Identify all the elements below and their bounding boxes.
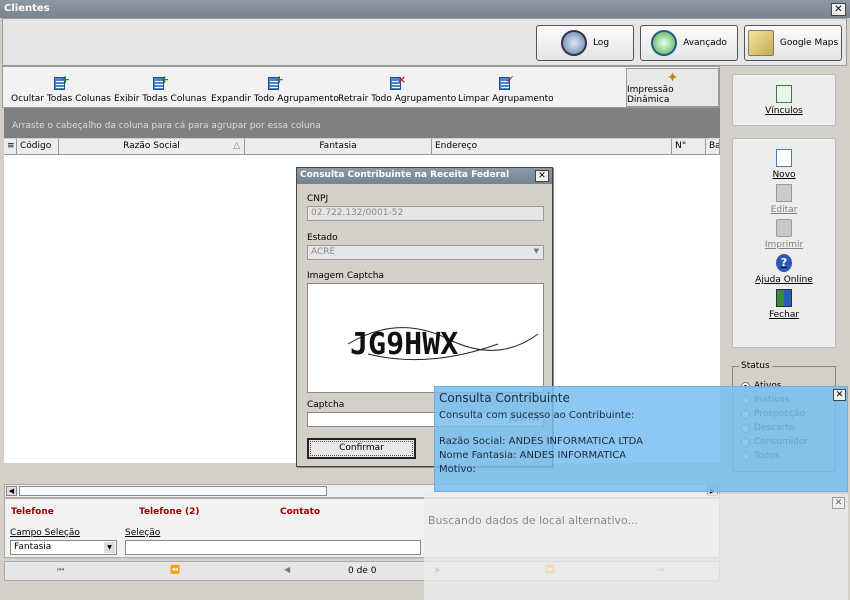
magic-wand-icon: ✦ (666, 69, 679, 86)
printer-icon (776, 219, 792, 237)
column-header-numero[interactable]: N° (672, 139, 706, 155)
imprimir-button[interactable]: Imprimir (733, 219, 835, 250)
dialog-titlebar: Consulta Contribuinte na Receita Federal (297, 168, 552, 184)
campo-selecao-select[interactable]: Fantasia ▼ (10, 540, 117, 555)
ajuda-online-button[interactable]: ? Ajuda Online (733, 254, 835, 285)
chevron-down-icon[interactable]: ▼ (104, 542, 115, 553)
editar-button[interactable]: Editar (733, 184, 835, 215)
window-title: Clientes (4, 3, 50, 14)
status-title: Status (739, 361, 772, 371)
column-header-bairro[interactable]: Ba (706, 139, 720, 155)
prev-record-icon[interactable]: ◀ (284, 565, 290, 574)
top-action-bar: Log Avançado Google Maps (2, 18, 847, 66)
show-all-columns-button[interactable]: + Exibir Todas Colunas (114, 73, 206, 104)
captcha-text: JG9HWX (350, 327, 458, 362)
expand-all-groups-button[interactable]: + Expandir Todo Agrupamento (211, 73, 339, 104)
captcha-graphic: JG9HWX (347, 327, 539, 362)
edit-pencil-icon (776, 184, 792, 202)
confirm-button[interactable]: Confirmar (307, 438, 416, 459)
campo-selecao-label: Campo Seleção (10, 528, 80, 538)
toast-line4: Motivo: (439, 464, 476, 475)
cnpj-field[interactable]: 02.722.132/0001-52 (307, 206, 544, 221)
estado-select[interactable]: ACRE ▼ (307, 245, 544, 260)
selecao-label: Seleção (125, 528, 161, 538)
toast-title: Consulta Contribuinte (439, 391, 570, 405)
collapse-all-groups-button[interactable]: × Retrair Todo Agrupamento (338, 73, 456, 104)
columns-add-icon: + (52, 73, 70, 91)
dialog-title: Consulta Contribuinte na Receita Federal (300, 170, 510, 180)
column-chooser-icon[interactable]: ≡ (4, 139, 17, 155)
dynamic-print-button[interactable]: ✦ Impressão Dinâmica (626, 68, 719, 107)
group-by-area[interactable]: Arraste o cabeçalho da coluna para cá pa… (4, 108, 720, 138)
column-header-razao-social[interactable]: Razão Social △ (59, 139, 245, 155)
clear-grouping-button[interactable]: ✓ Limpar Agrupamento (458, 73, 554, 104)
cnpj-label: CNPJ (307, 194, 329, 204)
column-header-endereco[interactable]: Endereço (432, 139, 672, 155)
contato-label: Contato (280, 507, 321, 517)
actions-group: Novo Editar Imprimir ? Ajuda Online Fech… (732, 138, 836, 348)
column-header-codigo[interactable]: Código (17, 139, 59, 155)
scroll-thumb[interactable] (19, 486, 327, 496)
exit-door-icon (776, 289, 792, 307)
columns-add-icon: + (151, 73, 169, 91)
advanced-globe-icon (651, 30, 678, 56)
vinculos-group: Vínculos (732, 74, 836, 126)
captcha-input-label: Captcha (307, 400, 345, 410)
advanced-button-label: Avançado (683, 38, 727, 48)
captcha-image: JG9HWX (307, 283, 544, 393)
dialog-close-button[interactable]: ✕ (535, 170, 549, 182)
prev-page-icon[interactable]: ⏪ (170, 565, 180, 574)
google-maps-button-label: Google Maps (779, 38, 839, 48)
alternate-search-notification: Buscando dados de local alternativo... ✕ (424, 494, 848, 600)
success-notification: Consulta Contribuinte Consulta com suces… (434, 386, 848, 492)
toast-line3: Nome Fantasia: ANDES INFORMATICA (439, 450, 627, 461)
checklist-icon (776, 85, 792, 103)
sort-indicator-icon: △ (233, 141, 240, 151)
google-maps-button[interactable]: Google Maps (744, 25, 842, 61)
columns-add-icon: + (266, 73, 284, 91)
first-record-icon[interactable]: ⏮ (57, 565, 64, 575)
novo-button[interactable]: Novo (733, 149, 835, 180)
log-magnifier-icon (560, 30, 587, 56)
chevron-down-icon[interactable]: ▼ (534, 247, 539, 255)
scroll-left-icon[interactable]: ◀ (6, 486, 17, 496)
hide-all-columns-button[interactable]: + Ocultar Todas Colunas (11, 73, 111, 104)
toast2-close-button[interactable]: ✕ (832, 497, 845, 509)
grid-header: ≡ Código Razão Social △ Fantasia Endereç… (4, 139, 720, 155)
grid-toolbar: + Ocultar Todas Colunas + Exibir Todas C… (2, 66, 720, 108)
window-close-button[interactable]: ✕ (831, 3, 846, 16)
fechar-button[interactable]: Fechar (733, 289, 835, 320)
column-header-fantasia[interactable]: Fantasia (245, 139, 432, 155)
selecao-input[interactable] (125, 540, 421, 555)
window-titlebar: Clientes (0, 0, 850, 18)
record-counter: 0 de 0 (348, 566, 377, 576)
help-icon: ? (776, 254, 792, 272)
advanced-button[interactable]: Avançado (640, 25, 738, 61)
new-document-icon (776, 149, 792, 167)
toast-line1: Consulta com sucesso ao Contribuinte: (439, 410, 635, 421)
toast-line2: Razão Social: ANDES INFORMATICA LTDA (439, 436, 644, 447)
vinculos-button[interactable]: Vínculos (733, 85, 835, 116)
captcha-image-label: Imagem Captcha (307, 271, 385, 281)
telefone-label: Telefone (11, 507, 54, 517)
map-icon (747, 30, 774, 56)
estado-label: Estado (307, 233, 338, 243)
telefone2-label: Telefone (2) (139, 507, 200, 517)
dynamic-print-label: Impressão Dinâmica (627, 84, 674, 105)
toast2-message: Buscando dados de local alternativo... (428, 514, 639, 527)
log-button-label: Log (592, 38, 610, 48)
columns-remove-icon: × (388, 73, 406, 91)
group-hint: Arraste o cabeçalho da coluna para cá pa… (12, 121, 321, 131)
toast-close-button[interactable]: ✕ (833, 389, 846, 401)
columns-clear-icon: ✓ (497, 73, 515, 91)
log-button[interactable]: Log (536, 25, 634, 61)
